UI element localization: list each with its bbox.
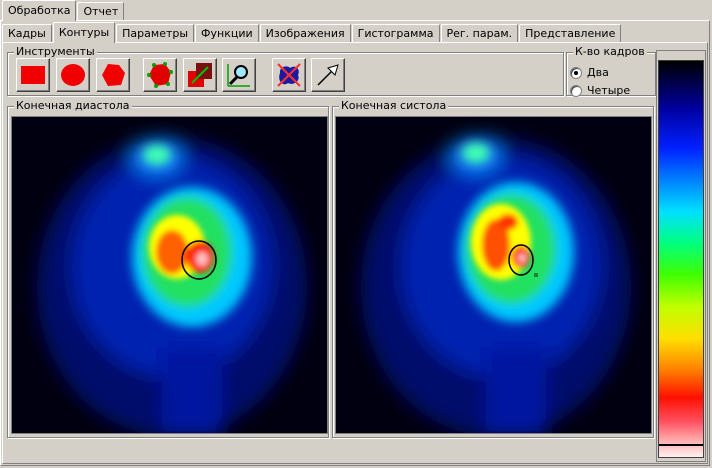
tools-group-label: Инструменты bbox=[14, 45, 97, 58]
tab-processing[interactable]: Обработка bbox=[2, 0, 77, 21]
tab-histogram[interactable]: Гистограмма bbox=[351, 24, 440, 43]
tab-functions[interactable]: Функции bbox=[195, 24, 259, 43]
magnifier-icon bbox=[227, 64, 250, 87]
end-diastole-image[interactable] bbox=[11, 116, 328, 434]
diastole-scan-svg bbox=[12, 117, 327, 433]
tab-reg-params[interactable]: Рег. парам. bbox=[440, 24, 519, 43]
background-roi-tool-button[interactable] bbox=[183, 58, 217, 92]
radio-four-indicator[interactable] bbox=[570, 84, 582, 97]
end-systole-label: Конечная систола bbox=[339, 99, 449, 112]
pointer-tool-button[interactable] bbox=[311, 58, 345, 92]
polygon-roi-tool-button[interactable] bbox=[96, 58, 130, 92]
tab-images[interactable]: Изображения bbox=[259, 24, 351, 43]
frames-count-label: К-во кадров bbox=[573, 45, 647, 58]
radio-two-indicator[interactable] bbox=[570, 66, 582, 79]
delete-contour-icon bbox=[277, 63, 301, 87]
tab-contours[interactable]: Контуры bbox=[52, 22, 116, 43]
arrow-pointer-icon bbox=[317, 64, 339, 86]
systole-scan-svg bbox=[336, 117, 651, 433]
auto-contour-tool-button[interactable] bbox=[143, 58, 177, 92]
roi-marker[interactable] bbox=[534, 273, 538, 277]
color-scale-bar bbox=[658, 60, 704, 458]
red-rectangle-icon bbox=[21, 66, 45, 84]
tab-frames[interactable]: Кадры bbox=[2, 24, 52, 43]
radio-option-four[interactable]: Четыре bbox=[570, 84, 630, 97]
zoom-tool-button[interactable] bbox=[222, 58, 256, 92]
tab-view[interactable]: Представление bbox=[519, 24, 622, 43]
radio-option-two[interactable]: Два bbox=[570, 66, 609, 79]
top-tabbar: Обработка Отчет bbox=[2, 0, 125, 22]
radio-two-label: Два bbox=[587, 66, 609, 79]
ellipse-roi-tool-button[interactable] bbox=[56, 58, 90, 92]
delete-roi-tool-button[interactable] bbox=[272, 58, 306, 92]
rect-roi-tool-button[interactable] bbox=[16, 58, 50, 92]
sub-tabbar: Кадры Контуры Параметры Функции Изображе… bbox=[2, 22, 622, 44]
red-polygon-icon bbox=[102, 64, 125, 86]
background-roi-icon bbox=[188, 63, 212, 87]
end-systole-image[interactable] bbox=[335, 116, 652, 434]
tab-report[interactable]: Отчет bbox=[77, 2, 125, 21]
end-diastole-label: Конечная диастола bbox=[14, 99, 132, 112]
tab-parameters[interactable]: Параметры bbox=[116, 24, 195, 43]
green-dots-blob-icon bbox=[147, 62, 173, 88]
radio-four-label: Четыре bbox=[587, 84, 631, 97]
red-ellipse-icon bbox=[61, 64, 85, 86]
